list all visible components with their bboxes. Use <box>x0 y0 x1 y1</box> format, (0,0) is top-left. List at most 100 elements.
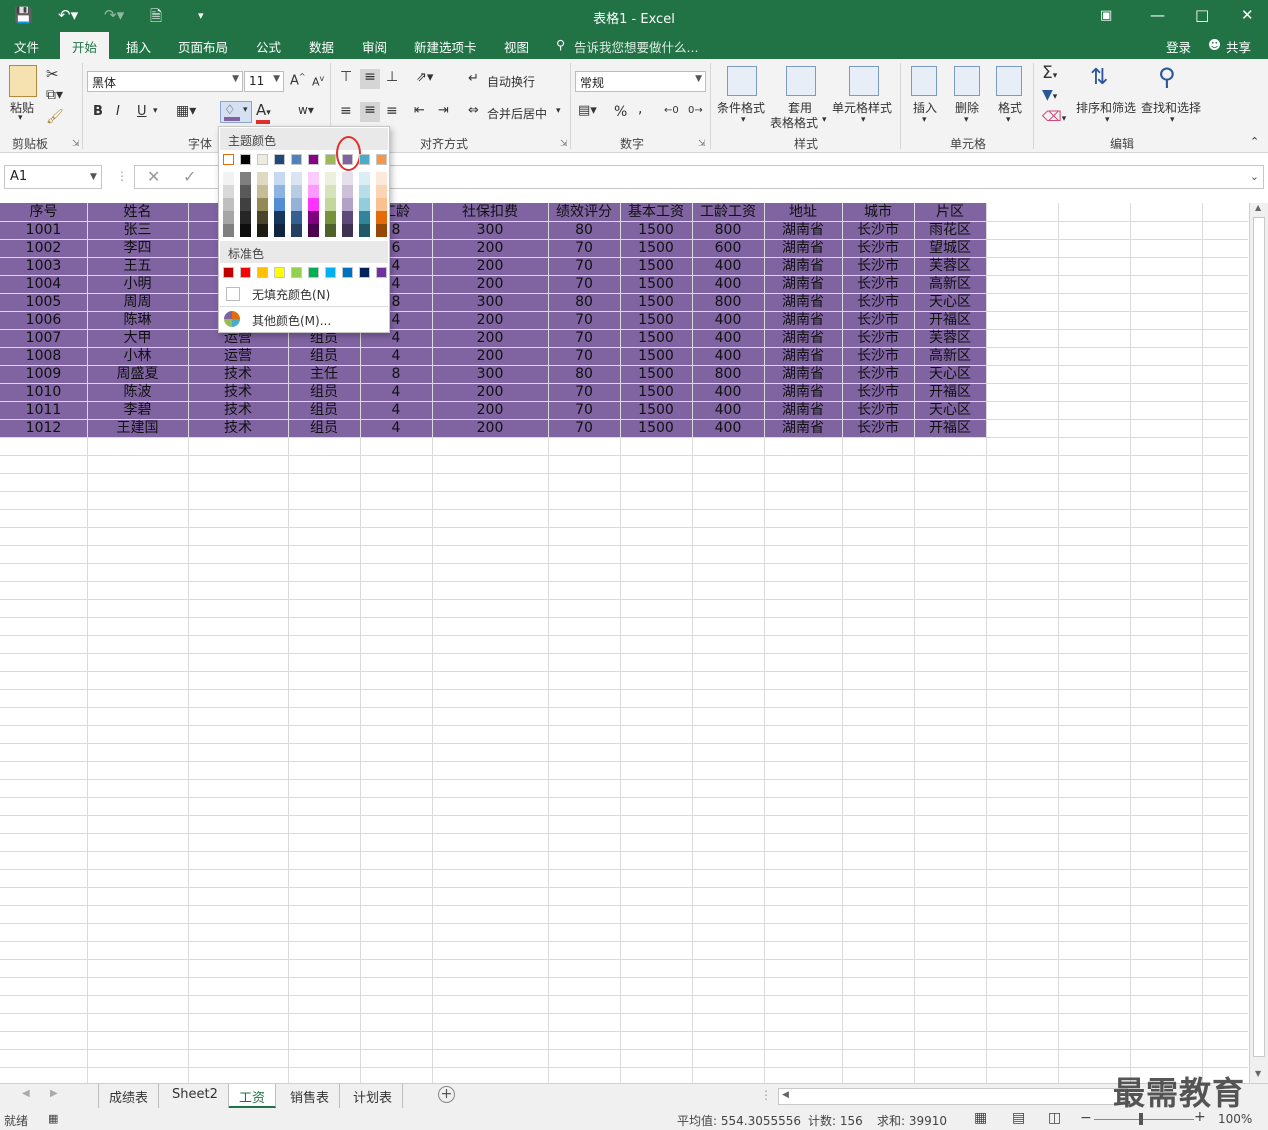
cell[interactable]: 1500 <box>620 401 692 419</box>
cell[interactable]: 技术 <box>188 365 288 383</box>
phonetic-icon[interactable]: w▾ <box>298 103 314 117</box>
cell[interactable]: 80 <box>548 293 620 311</box>
theme-shade-swatch[interactable] <box>291 172 302 185</box>
zoom-slider-handle[interactable] <box>1139 1113 1143 1125</box>
theme-shade-swatch[interactable] <box>325 172 336 185</box>
theme-shade-swatch[interactable] <box>325 185 336 198</box>
insert-cells-button[interactable]: 插入 <box>913 99 937 116</box>
sheet-tab-scores[interactable]: 成绩表 <box>98 1084 160 1108</box>
cell[interactable]: 70 <box>548 383 620 401</box>
cell[interactable]: 湖南省 <box>764 311 842 329</box>
cell[interactable]: 高新区 <box>914 275 986 293</box>
conditional-format-button[interactable]: 条件格式 <box>717 99 765 116</box>
sort-filter-icon[interactable]: ⇅ <box>1090 65 1108 90</box>
cell[interactable]: 1003 <box>0 257 87 275</box>
bold-button[interactable]: B <box>93 104 103 119</box>
cell[interactable]: 300 <box>432 365 548 383</box>
number-format-combo[interactable]: 常规 ▼ <box>575 71 706 92</box>
chevron-down-icon[interactable]: ▾ <box>1006 115 1011 125</box>
standard-color-swatch[interactable] <box>308 267 319 278</box>
theme-color-swatch[interactable] <box>359 154 370 165</box>
chevron-down-icon[interactable]: ▾ <box>861 115 866 125</box>
theme-color-swatch[interactable] <box>376 154 387 165</box>
increase-font-icon[interactable]: A^ <box>290 72 306 88</box>
cell[interactable]: 片区 <box>914 203 986 221</box>
standard-color-swatch[interactable] <box>342 267 353 278</box>
cut-icon[interactable]: ✂ <box>46 65 59 83</box>
cell[interactable]: 70 <box>548 401 620 419</box>
cell[interactable]: 天心区 <box>914 293 986 311</box>
align-top-icon[interactable]: ⊤ <box>340 69 352 85</box>
theme-shade-swatch[interactable] <box>291 198 302 211</box>
cell[interactable]: 400 <box>692 419 764 437</box>
theme-color-swatch[interactable] <box>308 154 319 165</box>
theme-shade-swatch[interactable] <box>223 185 234 198</box>
cell[interactable]: 周周 <box>87 293 188 311</box>
theme-shade-swatch[interactable] <box>342 211 353 224</box>
italic-button[interactable]: I <box>116 104 120 119</box>
chevron-down-icon[interactable]: ▾ <box>922 115 927 125</box>
theme-shade-swatch[interactable] <box>240 172 251 185</box>
cell[interactable]: 200 <box>432 329 548 347</box>
tab-view[interactable]: 视图 <box>504 37 529 56</box>
theme-shade-swatch[interactable] <box>274 172 285 185</box>
align-left-icon[interactable]: ≡ <box>340 103 352 119</box>
cell[interactable]: 运营 <box>188 347 288 365</box>
cell[interactable]: 400 <box>692 383 764 401</box>
sort-filter-button[interactable]: 排序和筛选 <box>1076 99 1136 116</box>
cell[interactable]: 组员 <box>288 401 360 419</box>
sheet-tab-sales[interactable]: 销售表 <box>280 1084 341 1108</box>
align-center-icon[interactable]: ≡ <box>360 102 380 122</box>
cell[interactable]: 基本工资 <box>620 203 692 221</box>
align-right-icon[interactable]: ≡ <box>386 103 398 119</box>
theme-shade-swatch[interactable] <box>274 224 285 237</box>
theme-color-swatch[interactable] <box>325 154 336 165</box>
format-painter-icon[interactable]: 🖌 <box>46 109 64 125</box>
enter-icon[interactable]: ✓ <box>183 167 196 186</box>
cell[interactable]: 1004 <box>0 275 87 293</box>
fill-icon[interactable]: ▼▾ <box>1042 87 1057 103</box>
cell[interactable]: 70 <box>548 329 620 347</box>
cell[interactable]: 组员 <box>288 383 360 401</box>
cell[interactable]: 湖南省 <box>764 329 842 347</box>
cell[interactable]: 1006 <box>0 311 87 329</box>
theme-color-swatch[interactable] <box>240 154 251 165</box>
font-color-icon[interactable]: A▾ <box>256 101 271 119</box>
standard-color-swatch[interactable] <box>325 267 336 278</box>
theme-shade-swatch[interactable] <box>257 211 268 224</box>
zoom-out-icon[interactable]: − <box>1080 1110 1092 1126</box>
theme-shade-swatch[interactable] <box>342 224 353 237</box>
tab-formulas[interactable]: 公式 <box>256 37 281 56</box>
ribbon-display-icon[interactable]: ▣ <box>1100 8 1112 23</box>
theme-shade-swatch[interactable] <box>359 198 370 211</box>
page-break-view-icon[interactable]: ◫ <box>1048 1110 1061 1126</box>
merge-center-button[interactable]: 合并后居中 <box>487 105 547 122</box>
cell[interactable]: 芙蓉区 <box>914 329 986 347</box>
fill-color-button[interactable]: ♢ ▾ <box>220 101 252 123</box>
macro-record-icon[interactable]: ▦ <box>48 1112 58 1125</box>
merge-icon[interactable]: ⇔ <box>468 103 479 118</box>
sheet-tab-plan[interactable]: 计划表 <box>343 1084 404 1108</box>
horizontal-scrollbar[interactable]: ◀ <box>778 1088 1128 1105</box>
decrease-font-icon[interactable]: Av <box>312 74 324 89</box>
cell[interactable]: 周盛夏 <box>87 365 188 383</box>
minimize-icon[interactable]: — <box>1150 6 1165 24</box>
cell[interactable]: 8 <box>360 365 432 383</box>
cancel-icon[interactable]: ✕ <box>147 167 160 186</box>
cell[interactable]: 1500 <box>620 419 692 437</box>
borders-icon[interactable]: ▦▾ <box>176 103 196 119</box>
standard-color-swatch[interactable] <box>274 267 285 278</box>
standard-color-swatch[interactable] <box>291 267 302 278</box>
theme-color-swatch[interactable] <box>257 154 268 165</box>
cell[interactable]: 长沙市 <box>842 347 914 365</box>
theme-shade-swatch[interactable] <box>342 198 353 211</box>
cell[interactable]: 开福区 <box>914 383 986 401</box>
cell[interactable]: 芙蓉区 <box>914 257 986 275</box>
cell[interactable]: 400 <box>692 257 764 275</box>
scroll-down-icon[interactable]: ▼ <box>1255 1069 1261 1078</box>
delete-cells-button[interactable]: 删除 <box>955 99 979 116</box>
cell[interactable]: 1010 <box>0 383 87 401</box>
cell[interactable]: 陈波 <box>87 383 188 401</box>
cell[interactable]: 70 <box>548 347 620 365</box>
cell[interactable]: 长沙市 <box>842 329 914 347</box>
